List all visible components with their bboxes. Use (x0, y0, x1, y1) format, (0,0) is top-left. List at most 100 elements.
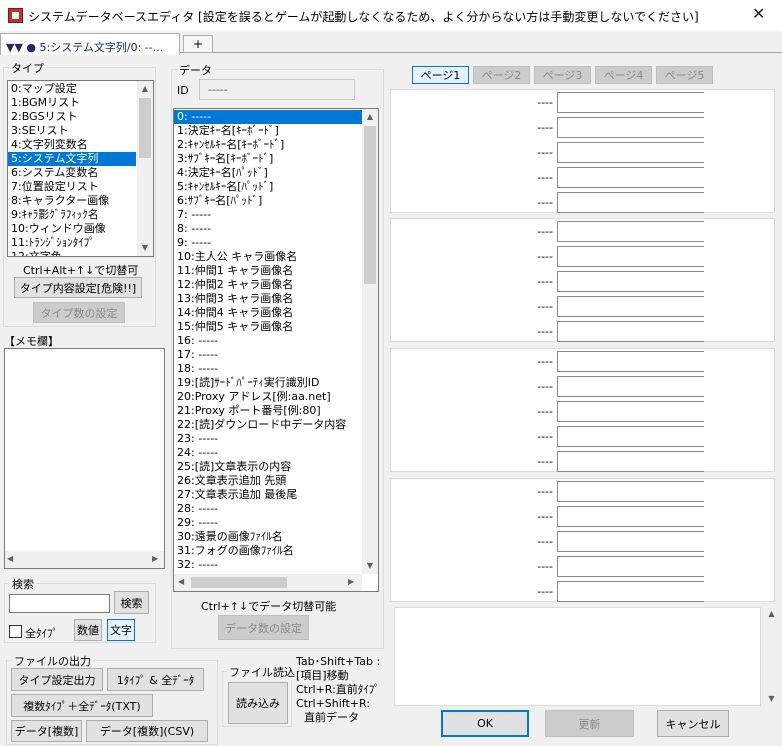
data-list-item[interactable]: 27:文章表示追加 最後尾 (174, 488, 362, 502)
field-input[interactable] (557, 376, 704, 397)
scroll-down-icon[interactable]: ▼ (137, 240, 153, 256)
type-list[interactable]: 0:マップ設定 1:BGMリスト 2:BGSリスト 3:SEリスト 4:文字列変数名 5:… (7, 80, 154, 257)
type-list-item[interactable]: 4:文字列変数名 (8, 138, 136, 152)
field-input[interactable] (557, 271, 704, 292)
field-input[interactable] (557, 221, 704, 242)
type-list-item[interactable]: 12:文字色 (8, 250, 136, 256)
one-type-all-data-button[interactable]: 1ﾀｲﾌﾟ & 全ﾃﾞｰﾀ (107, 668, 204, 691)
type-list-item[interactable]: 0:マップ設定 (8, 82, 136, 96)
field-input[interactable] (557, 556, 704, 577)
data-multi-button[interactable]: データ[複数] (11, 720, 82, 742)
field-input[interactable] (557, 506, 704, 527)
scroll-thumb[interactable] (191, 577, 287, 588)
scroll-left-icon[interactable]: ◀ (178, 577, 184, 587)
data-list-item[interactable]: 9: ----- (174, 236, 362, 250)
multi-type-all-data-txt-button[interactable]: 複数ﾀｲﾌﾟ＋全ﾃﾞｰﾀ(TXT) (11, 694, 153, 717)
field-input[interactable] (557, 321, 704, 342)
field-input[interactable] (557, 246, 704, 267)
page-tab-5[interactable]: ページ5 (656, 66, 713, 84)
data-list-item[interactable]: 4:決定ｷｰ名[ﾊﾟｯﾄﾞ] (174, 166, 362, 180)
type-list-item[interactable]: 2:BGSリスト (8, 110, 136, 124)
type-list-item[interactable]: 5:システム文字列 (8, 152, 136, 166)
data-list-item[interactable]: 22:[読]ダウンロード中データ内容 (174, 418, 362, 432)
scroll-up-icon[interactable]: ▲ (763, 607, 780, 621)
field-input[interactable] (557, 296, 704, 317)
data-list-item[interactable]: 28: ----- (174, 502, 362, 516)
scroll-down-icon[interactable]: ▼ (362, 558, 378, 574)
field-input[interactable] (557, 351, 704, 372)
data-list-item[interactable]: 7: ----- (174, 208, 362, 222)
description-scrollbar[interactable]: ▲ ▼ (763, 607, 780, 706)
type-list-item[interactable]: 7:位置設定リスト (8, 180, 136, 194)
type-list-scrollbar[interactable]: ▲ ▼ (137, 81, 153, 256)
page-tab-3[interactable]: ページ3 (534, 66, 591, 84)
close-icon[interactable]: ✕ (752, 4, 765, 23)
scroll-right-icon[interactable]: ▶ (348, 577, 354, 587)
numeric-search-button[interactable]: 数値 (74, 619, 102, 641)
data-list-item[interactable]: 11:仲間1 キャラ画像名 (174, 264, 362, 278)
data-list-item[interactable]: 29: ----- (174, 516, 362, 530)
data-count-settings-button[interactable]: データ数の設定 (218, 615, 309, 640)
data-list-scrollbar[interactable]: ▲ ▼ (362, 109, 378, 574)
data-list-item[interactable]: 21:Proxy ポート番号[例:80] (174, 404, 362, 418)
data-list-item[interactable]: 24: ----- (174, 446, 362, 460)
data-list-item[interactable]: 18: ----- (174, 362, 362, 376)
field-input[interactable] (557, 92, 704, 113)
scroll-left-icon[interactable]: ◀ (7, 554, 13, 564)
data-list-item[interactable]: 25:[読]文章表示の内容 (174, 460, 362, 474)
field-input[interactable] (557, 117, 704, 138)
field-input[interactable] (557, 142, 704, 163)
data-list-item[interactable]: 3:ｻﾌﾞｷｰ名[ｷｰﾎﾞｰﾄﾞ] (174, 152, 362, 166)
type-list-item[interactable]: 9:ｷｬﾗ影ｸﾞﾗﾌｨｯｸ名 (8, 208, 136, 222)
scroll-thumb[interactable] (139, 98, 151, 158)
field-input[interactable] (557, 451, 704, 472)
ok-button[interactable]: OK (441, 710, 529, 737)
data-list-item[interactable]: 5:ｷｬﾝｾﾙｷｰ名[ﾊﾟｯﾄﾞ] (174, 180, 362, 194)
data-list-item[interactable]: 8: ----- (174, 222, 362, 236)
data-list-item[interactable]: 17: ----- (174, 348, 362, 362)
cancel-button[interactable]: キャンセル (657, 710, 729, 737)
field-input[interactable] (557, 426, 704, 447)
data-list-item[interactable]: 20:Proxy アドレス[例:aa.net] (174, 390, 362, 404)
data-list-item[interactable]: 15:仲間5 キャラ画像名 (174, 320, 362, 334)
type-count-settings-button[interactable]: タイプ数の設定 (33, 302, 125, 323)
type-list-item[interactable]: 8:キャラクター画像 (8, 194, 136, 208)
type-list-item[interactable]: 11:ﾄﾗﾝｼﾞｼｮﾝﾀｲﾌﾟ (8, 236, 136, 250)
data-list-item[interactable]: 16: ----- (174, 334, 362, 348)
text-search-button[interactable]: 文字 (107, 619, 135, 641)
memo-hscrollbar[interactable]: ◀ ▶ (5, 551, 164, 568)
scroll-up-icon[interactable]: ▲ (362, 109, 378, 125)
search-button[interactable]: 検索 (114, 591, 149, 614)
data-list-item[interactable]: 6:ｻﾌﾞｷｰ名[ﾊﾟｯﾄﾞ] (174, 194, 362, 208)
data-list-item[interactable]: 26:文章表示追加 先頭 (174, 474, 362, 488)
type-list-item[interactable]: 1:BGMリスト (8, 96, 136, 110)
scroll-down-icon[interactable]: ▼ (763, 692, 780, 706)
data-list-item[interactable]: 32: ----- (174, 558, 362, 572)
type-list-item[interactable]: 6:システム変数名 (8, 166, 136, 180)
data-list-item[interactable]: 14:仲間4 キャラ画像名 (174, 306, 362, 320)
scroll-up-icon[interactable]: ▲ (137, 81, 153, 97)
field-input[interactable] (557, 401, 704, 422)
apply-button[interactable]: 更新 (545, 710, 634, 737)
type-list-item[interactable]: 10:ウィンドウ画像 (8, 222, 136, 236)
type-list-item[interactable]: 3:SEリスト (8, 124, 136, 138)
data-list[interactable]: 0: ----- 1:決定ｷｰ名[ｷｰﾎﾞｰﾄﾞ] 2:ｷｬﾝｾﾙｷｰ名[ｷｰﾎﾞｰ… (173, 108, 379, 592)
page-tab-2[interactable]: ページ2 (473, 66, 530, 84)
load-button[interactable]: 読み込み (228, 682, 288, 724)
data-list-item[interactable]: 23: ----- (174, 432, 362, 446)
data-multi-csv-button[interactable]: データ[複数](CSV) (86, 720, 208, 742)
data-list-item[interactable]: 13:仲間3 キャラ画像名 (174, 292, 362, 306)
field-input[interactable] (557, 167, 704, 188)
all-types-checkbox[interactable] (9, 625, 22, 638)
data-list-item[interactable]: 30:遠景の画像ﾌｧｲﾙ名 (174, 530, 362, 544)
field-input[interactable] (557, 531, 704, 552)
data-list-item[interactable]: 12:仲間2 キャラ画像名 (174, 278, 362, 292)
tab-current[interactable]: ▼▼ ● 5:システム文字列/0: --... (0, 33, 180, 55)
description-textarea[interactable] (394, 607, 761, 706)
field-input[interactable] (557, 481, 704, 502)
field-input[interactable] (557, 192, 704, 213)
data-list-item[interactable]: 2:ｷｬﾝｾﾙｷｰ名[ｷｰﾎﾞｰﾄﾞ] (174, 138, 362, 152)
scroll-right-icon[interactable]: ▶ (152, 554, 158, 564)
data-list-item[interactable]: 31:フォグの画像ﾌｧｲﾙ名 (174, 544, 362, 558)
data-list-item[interactable]: 0: ----- (174, 110, 362, 124)
